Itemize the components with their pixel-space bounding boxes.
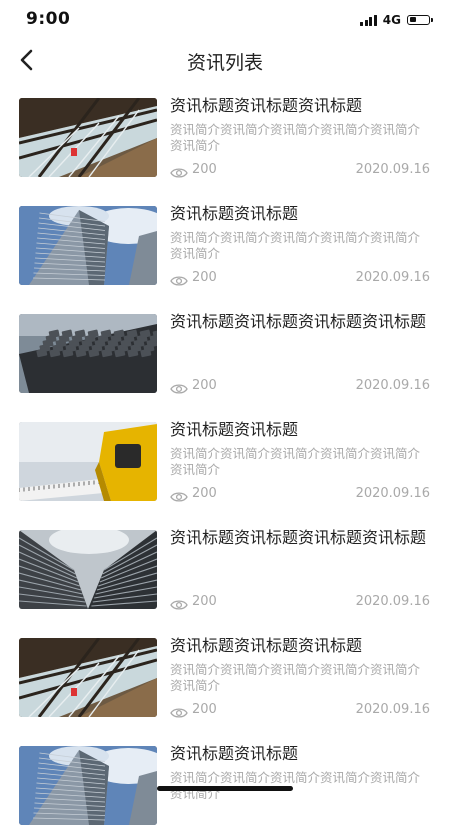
news-title: 资讯标题资讯标题 bbox=[170, 204, 299, 223]
status-icons: 4G bbox=[359, 12, 433, 28]
publish-date: 2020.09.16 bbox=[355, 486, 430, 501]
news-thumbnail bbox=[19, 98, 157, 177]
publish-date: 2020.09.16 bbox=[355, 594, 430, 609]
publish-date: 2020.09.16 bbox=[355, 162, 430, 177]
news-item[interactable]: 资讯标题资讯标题资讯标题资讯简介资讯简介资讯简介资讯简介资讯简介资讯简介 200… bbox=[0, 636, 450, 720]
news-summary: 资讯简介资讯简介资讯简介资讯简介资讯简介资讯简介 bbox=[170, 122, 421, 153]
news-summary: 资讯简介资讯简介资讯简介资讯简介资讯简介资讯简介 bbox=[170, 230, 421, 261]
signal-icon bbox=[359, 14, 377, 26]
nav-bar: 资讯列表 bbox=[0, 40, 450, 80]
battery-icon bbox=[407, 15, 433, 25]
eye-icon bbox=[170, 704, 188, 718]
news-thumbnail bbox=[19, 206, 157, 285]
eye-icon bbox=[170, 596, 188, 610]
news-item[interactable]: 资讯标题资讯标题资讯标题资讯简介资讯简介资讯简介资讯简介资讯简介资讯简介 200… bbox=[0, 96, 450, 180]
view-count: 200 bbox=[192, 486, 217, 501]
eye-icon bbox=[170, 164, 188, 178]
news-thumbnail bbox=[19, 746, 157, 825]
news-item[interactable]: 资讯标题资讯标题资讯简介资讯简介资讯简介资讯简介资讯简介资讯简介 200 2020… bbox=[0, 420, 450, 504]
home-indicator bbox=[157, 786, 293, 791]
publish-date: 2020.09.16 bbox=[355, 702, 430, 717]
news-thumbnail bbox=[19, 530, 157, 609]
news-title: 资讯标题资讯标题资讯标题 bbox=[170, 96, 363, 115]
news-meta: 200 2020.09.16 bbox=[170, 162, 432, 180]
news-meta: 200 2020.09.16 bbox=[170, 270, 432, 288]
news-title: 资讯标题资讯标题 bbox=[170, 744, 299, 763]
news-title: 资讯标题资讯标题资讯标题资讯标题 bbox=[170, 312, 427, 331]
eye-icon bbox=[170, 488, 188, 502]
news-title: 资讯标题资讯标题 bbox=[170, 420, 299, 439]
network-type: 4G bbox=[382, 13, 401, 27]
news-thumbnail bbox=[19, 314, 157, 393]
view-count: 200 bbox=[192, 162, 217, 177]
news-summary: 资讯简介资讯简介资讯简介资讯简介资讯简介资讯简介 bbox=[170, 662, 421, 693]
news-item[interactable]: 资讯标题资讯标题资讯标题资讯标题 200 2020.09.16 bbox=[0, 528, 450, 612]
view-count: 200 bbox=[192, 594, 217, 609]
view-count: 200 bbox=[192, 702, 217, 717]
news-meta: 200 2020.09.16 bbox=[170, 702, 432, 720]
news-summary: 资讯简介资讯简介资讯简介资讯简介资讯简介资讯简介 bbox=[170, 446, 421, 477]
eye-icon bbox=[170, 380, 188, 394]
news-meta: 200 2020.09.16 bbox=[170, 594, 432, 612]
news-thumbnail bbox=[19, 422, 157, 501]
news-meta: 200 2020.09.16 bbox=[170, 486, 432, 504]
status-bar: 9:00 4G bbox=[0, 0, 450, 40]
view-count: 200 bbox=[192, 270, 217, 285]
news-thumbnail bbox=[19, 638, 157, 717]
news-title: 资讯标题资讯标题资讯标题 bbox=[170, 636, 363, 655]
news-item[interactable]: 资讯标题资讯标题资讯标题资讯标题 200 2020.09.16 bbox=[0, 312, 450, 396]
view-count: 200 bbox=[192, 378, 217, 393]
news-title: 资讯标题资讯标题资讯标题资讯标题 bbox=[170, 528, 427, 547]
eye-icon bbox=[170, 272, 188, 286]
news-item[interactable]: 资讯标题资讯标题资讯简介资讯简介资讯简介资讯简介资讯简介资讯简介 200 2020… bbox=[0, 204, 450, 288]
publish-date: 2020.09.16 bbox=[355, 378, 430, 393]
status-time: 9:00 bbox=[26, 9, 71, 29]
page-title: 资讯列表 bbox=[186, 52, 263, 74]
publish-date: 2020.09.16 bbox=[355, 270, 430, 285]
news-meta: 200 2020.09.16 bbox=[170, 378, 432, 396]
